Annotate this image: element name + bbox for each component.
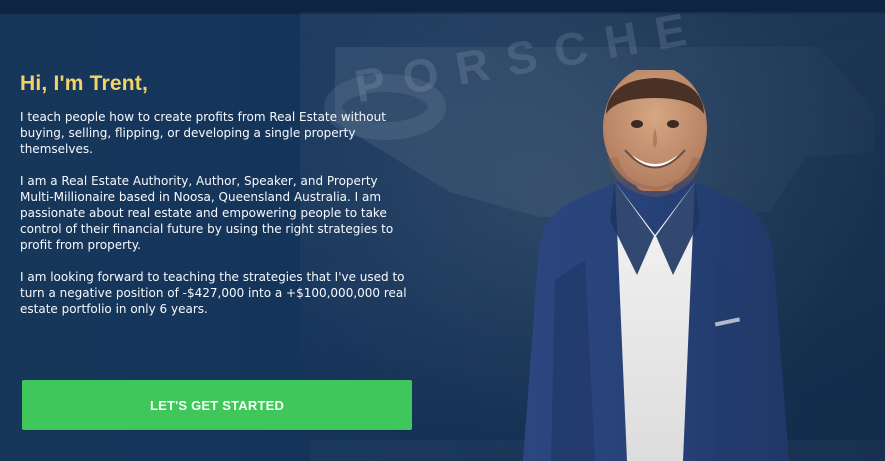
hero-greeting: Hi, I'm Trent, <box>20 72 148 95</box>
person-photo-icon <box>505 70 805 461</box>
hero-section: PORSCHE Hi, I'm Trent, I teach people ho… <box>0 0 885 461</box>
person-photo-svg <box>523 70 789 461</box>
get-started-button[interactable]: LET'S GET STARTED <box>22 380 412 430</box>
intro-paragraph-2: I am a Real Estate Authority, Author, Sp… <box>20 173 394 253</box>
intro-paragraph-1: I teach people how to create profits fro… <box>20 110 386 157</box>
intro-paragraph-3: I am looking forward to teaching the str… <box>20 269 407 316</box>
intro-content: Hi, I'm Trent, I teach people how to cre… <box>20 72 412 332</box>
